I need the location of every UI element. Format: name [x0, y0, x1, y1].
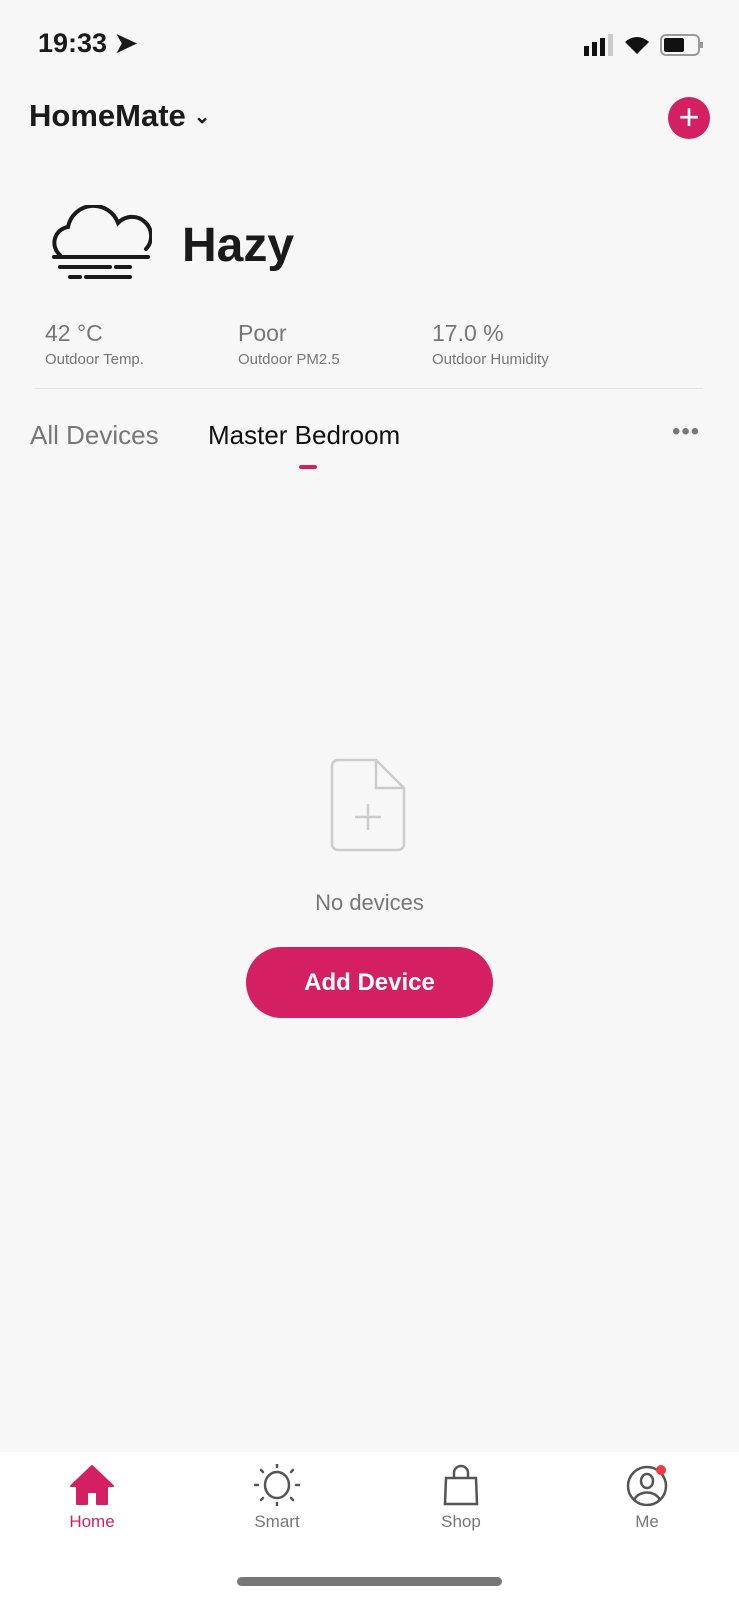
bag-icon: [443, 1464, 479, 1506]
status-time: 19:33 ➤: [38, 28, 137, 59]
location-icon: ➤: [114, 28, 138, 58]
home-icon: [70, 1465, 114, 1505]
signal-icon: [584, 34, 613, 56]
wifi-icon: [625, 37, 649, 54]
divider: [35, 388, 703, 389]
empty-document-icon: [330, 758, 406, 852]
haze-cloud-icon: [52, 205, 152, 279]
tab-master-bedroom[interactable]: Master Bedroom: [208, 420, 400, 451]
stat-value: Poor: [238, 320, 287, 346]
battery-icon: [660, 34, 703, 56]
weather-condition: Hazy: [182, 219, 295, 272]
nav-smart[interactable]: Smart: [227, 1464, 327, 1532]
home-selector[interactable]: HomeMate ⌄: [29, 98, 211, 134]
status-icons: [584, 34, 704, 56]
nav-me[interactable]: Me: [597, 1464, 697, 1532]
stat-label: Outdoor Humidity: [432, 351, 549, 368]
stat-label: Outdoor Temp.: [45, 351, 144, 368]
home-indicator: [237, 1577, 502, 1586]
sun-icon: [254, 1464, 300, 1506]
stat-pm25: Poor Outdoor PM2.5: [238, 320, 340, 368]
empty-message: No devices: [315, 890, 424, 915]
nav-label: Shop: [441, 1512, 481, 1531]
stat-temp: 42 °C Outdoor Temp.: [45, 320, 144, 368]
nav-home[interactable]: Home: [42, 1464, 142, 1532]
more-icon[interactable]: •••: [672, 418, 700, 446]
notification-badge: [656, 1465, 666, 1475]
chevron-down-icon: ⌄: [193, 105, 211, 128]
stat-humidity: 17.0 % Outdoor Humidity: [432, 320, 549, 368]
nav-label: Smart: [254, 1512, 300, 1531]
stat-value: 42 °C: [45, 320, 103, 346]
plus-icon: +: [678, 96, 700, 137]
add-device-button[interactable]: Add Device: [246, 947, 493, 1018]
stat-value: 17.0 %: [432, 320, 504, 346]
tab-all-devices[interactable]: All Devices: [30, 420, 159, 451]
stat-label: Outdoor PM2.5: [238, 351, 340, 368]
active-tab-indicator: [299, 465, 317, 469]
add-button[interactable]: +: [668, 97, 710, 139]
nav-shop[interactable]: Shop: [411, 1464, 511, 1532]
user-icon: [626, 1465, 668, 1506]
nav-label: Home: [69, 1512, 115, 1531]
time-text: 19:33: [38, 28, 108, 58]
home-title: HomeMate: [29, 98, 186, 133]
nav-label: Me: [635, 1512, 659, 1531]
